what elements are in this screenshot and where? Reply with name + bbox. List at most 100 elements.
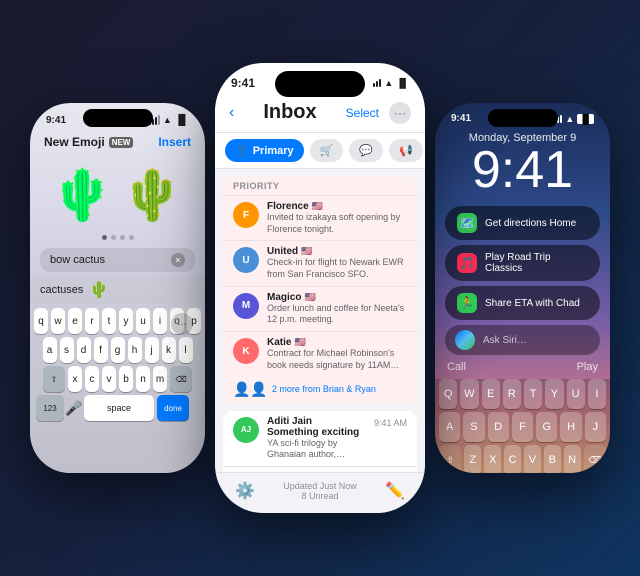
- activity-music[interactable]: 🎵 Play Road Trip Classics: [445, 245, 600, 281]
- rkey-f[interactable]: F: [512, 412, 533, 442]
- rkey-shift[interactable]: ⇧: [439, 445, 461, 473]
- key-b[interactable]: b: [119, 366, 133, 392]
- key-h[interactable]: h: [128, 337, 142, 363]
- rkey-x[interactable]: X: [484, 445, 501, 473]
- key-u[interactable]: u: [136, 308, 150, 334]
- siri-row[interactable]: Ask Siri…: [445, 325, 600, 355]
- key-x[interactable]: x: [68, 366, 82, 392]
- emoji-cactus-2[interactable]: 🌵: [123, 165, 183, 225]
- filter-icon[interactable]: ⚙️: [235, 481, 255, 501]
- mail-content-florence: Florence 🇺🇸 Invited to izakaya soft open…: [267, 201, 407, 235]
- rkey-v[interactable]: V: [524, 445, 541, 473]
- key-g[interactable]: g: [111, 337, 125, 363]
- key-n[interactable]: n: [136, 366, 150, 392]
- select-button[interactable]: Select: [346, 106, 379, 120]
- emoji-cactus-1[interactable]: 🌵: [53, 165, 113, 225]
- rkey-r[interactable]: R: [503, 379, 521, 409]
- mail-item-aditi[interactable]: AJ Aditi Jain Something exciting YA sci-…: [223, 410, 417, 466]
- key-123[interactable]: 123: [36, 395, 64, 421]
- rkey-t[interactable]: T: [524, 379, 542, 409]
- cactus-emoji-1: 🌵: [51, 166, 113, 225]
- tab-primary[interactable]: 👤 Primary: [225, 139, 304, 162]
- rkey-h[interactable]: H: [560, 412, 581, 442]
- rkey-w[interactable]: W: [460, 379, 478, 409]
- more-button[interactable]: ···: [389, 102, 411, 124]
- rkey-n[interactable]: N: [564, 445, 581, 473]
- compose-icon[interactable]: ✏️: [385, 481, 405, 501]
- rkey-i[interactable]: I: [588, 379, 606, 409]
- tab-chat[interactable]: 💬: [349, 139, 383, 162]
- rkey-a[interactable]: A: [439, 412, 460, 442]
- key-t[interactable]: t: [102, 308, 116, 334]
- key-mic[interactable]: 🎤: [67, 395, 81, 421]
- key-k[interactable]: k: [162, 337, 176, 363]
- wifi-icon-right: ▲: [565, 114, 574, 124]
- mail-item-united[interactable]: U United 🇺🇸 Check-in for flight to Newar…: [223, 240, 417, 285]
- tab-shopping[interactable]: 🛒: [310, 139, 344, 162]
- key-d[interactable]: d: [77, 337, 91, 363]
- activity-share[interactable]: 🏃 Share ETA with Chad: [445, 286, 600, 320]
- back-button[interactable]: ‹: [229, 104, 234, 122]
- rkey-u[interactable]: U: [567, 379, 585, 409]
- mail-content-united: United 🇺🇸 Check-in for flight to Newark …: [267, 246, 407, 280]
- maps-icon: 🗺️: [457, 213, 477, 233]
- rkey-e[interactable]: E: [482, 379, 500, 409]
- rkey-s[interactable]: S: [463, 412, 484, 442]
- rkey-c[interactable]: C: [504, 445, 521, 473]
- bar3: [155, 117, 157, 125]
- rkey-z[interactable]: Z: [464, 445, 481, 473]
- rkey-y[interactable]: Y: [545, 379, 563, 409]
- unread-badge: 8 Unread: [283, 491, 357, 501]
- body-aditi: YA sci-fi trilogy by Ghanaian author, Lo…: [267, 438, 366, 461]
- key-i[interactable]: i: [153, 308, 167, 334]
- body-florence: Invited to izakaya soft opening by Flore…: [267, 212, 407, 235]
- rkey-delete[interactable]: ⌫: [584, 445, 606, 473]
- key-f[interactable]: f: [94, 337, 108, 363]
- key-shift[interactable]: ⇧: [43, 366, 65, 392]
- emoji-search-bar[interactable]: bow cactus ✕: [40, 248, 195, 272]
- key-delete[interactable]: ⌫: [170, 366, 192, 392]
- key-y[interactable]: y: [119, 308, 133, 334]
- rkey-d[interactable]: D: [488, 412, 509, 442]
- key-r[interactable]: r: [85, 308, 99, 334]
- rkey-q[interactable]: Q: [439, 379, 457, 409]
- key-space[interactable]: space: [84, 395, 154, 421]
- emoji-title: New Emoji NEW: [44, 135, 133, 149]
- mail-item-katie[interactable]: K Katie 🇺🇸 Contract for Michael Robinson…: [223, 331, 417, 376]
- rkey-b[interactable]: B: [544, 445, 561, 473]
- key-l[interactable]: l: [179, 337, 193, 363]
- activity-maps[interactable]: 🗺️ Get directions Home: [445, 206, 600, 240]
- key-c[interactable]: c: [85, 366, 99, 392]
- search-clear-button[interactable]: ✕: [171, 253, 185, 267]
- title-text: New Emoji: [44, 135, 105, 149]
- more-emoji-button[interactable]: ···: [171, 313, 193, 335]
- key-e[interactable]: e: [68, 308, 82, 334]
- sender-katie: Katie 🇺🇸: [267, 337, 407, 348]
- siri-label: Ask Siri…: [483, 335, 527, 346]
- kb-row-2: a s d f g h j k l: [34, 337, 201, 363]
- more-emails-text: 2 more from Brian & Ryan: [272, 384, 376, 394]
- dot-2: [111, 235, 116, 240]
- body-katie: Contract for Michael Robinson's book nee…: [267, 348, 407, 371]
- mail-item-florence[interactable]: F Florence 🇺🇸 Invited to izakaya soft op…: [223, 195, 417, 240]
- search-input-text[interactable]: bow cactus: [50, 254, 105, 266]
- key-a[interactable]: a: [43, 337, 57, 363]
- key-q[interactable]: q: [34, 308, 48, 334]
- key-m[interactable]: m: [153, 366, 167, 392]
- mail-item-magico[interactable]: M Magico 🇺🇸 Order lunch and coffee for N…: [223, 286, 417, 331]
- suggestion-emoji[interactable]: 🌵: [89, 280, 109, 300]
- rkey-j[interactable]: J: [585, 412, 606, 442]
- key-done[interactable]: done: [157, 395, 189, 421]
- key-w[interactable]: w: [51, 308, 65, 334]
- center-screen: 9:41 ▲ ▐▌ ‹ Inbox Select ··· �: [215, 63, 425, 513]
- tab-promo[interactable]: 📢: [389, 139, 423, 162]
- key-v[interactable]: v: [102, 366, 116, 392]
- body-united: Check-in for flight to Newark EWR from S…: [267, 257, 407, 280]
- more-emails-link[interactable]: 👤👤 2 more from Brian & Ryan: [223, 377, 417, 404]
- key-j[interactable]: j: [145, 337, 159, 363]
- key-s[interactable]: s: [60, 337, 74, 363]
- insert-button[interactable]: Insert: [158, 135, 191, 149]
- center-phone: 9:41 ▲ ▐▌ ‹ Inbox Select ··· �: [215, 63, 425, 513]
- rkey-g[interactable]: G: [536, 412, 557, 442]
- left-screen: 9:41 ▲ ▐▌ New Emoji NEW Insert: [30, 103, 205, 473]
